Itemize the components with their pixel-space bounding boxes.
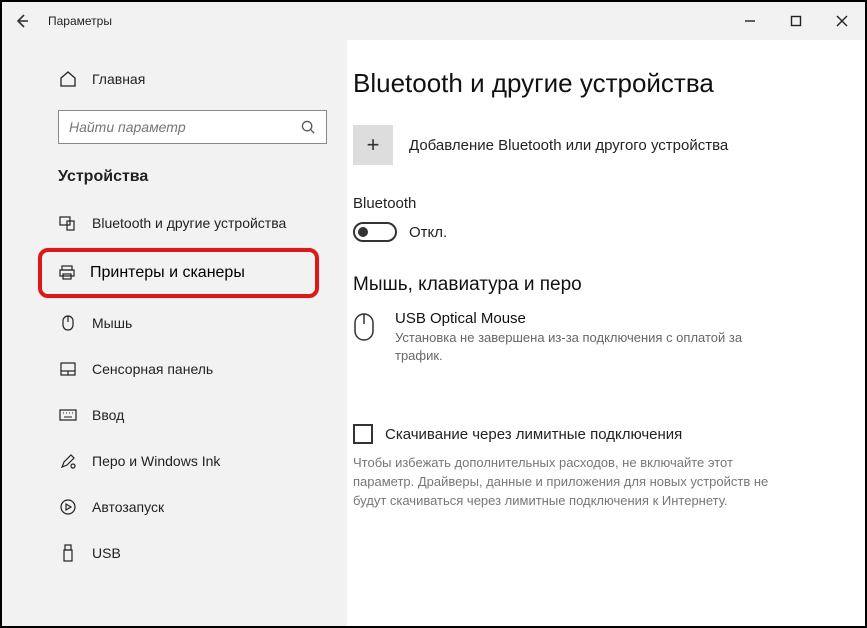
sidebar-item-label: Сенсорная панель <box>92 361 213 377</box>
sidebar-item-label: Мышь <box>92 315 132 331</box>
sidebar-item-label: USB <box>92 545 121 561</box>
add-device-tile[interactable]: + <box>353 125 393 165</box>
section-title: Устройства <box>2 158 347 200</box>
sidebar-item-mouse[interactable]: Мышь <box>2 300 347 346</box>
settings-window: Параметры Главная Устройства <box>0 0 867 628</box>
bluetooth-label: Bluetooth <box>353 195 837 212</box>
touchpad-icon <box>58 361 78 377</box>
device-name: USB Optical Mouse <box>395 310 837 327</box>
sidebar-item-autoplay[interactable]: Автозапуск <box>2 484 347 530</box>
minimize-icon <box>744 15 756 27</box>
sidebar-item-label: Принтеры и сканеры <box>90 264 245 282</box>
metered-help-text: Чтобы избежать дополнительных расходов, … <box>353 454 793 511</box>
autoplay-icon <box>58 498 78 516</box>
window-title: Параметры <box>48 14 112 28</box>
plus-icon: + <box>367 132 380 158</box>
search-icon <box>301 120 316 135</box>
home-label: Главная <box>92 71 145 87</box>
add-device-row[interactable]: + Добавление Bluetooth или другого устро… <box>353 125 837 165</box>
sidebar-item-bluetooth[interactable]: Bluetooth и другие устройства <box>2 200 347 246</box>
sidebar-item-typing[interactable]: Ввод <box>2 392 347 438</box>
pen-icon <box>58 452 78 470</box>
usb-icon <box>58 544 78 562</box>
minimize-button[interactable] <box>727 2 773 40</box>
metered-checkbox-row[interactable]: Скачивание через лимитные подключения <box>353 424 837 444</box>
sidebar-item-touchpad[interactable]: Сенсорная панель <box>2 346 347 392</box>
bluetooth-toggle-row: Откл. <box>353 222 837 242</box>
back-button[interactable] <box>2 2 42 40</box>
bluetooth-state: Откл. <box>409 224 447 241</box>
sidebar-item-label: Ввод <box>92 407 124 423</box>
close-button[interactable] <box>819 2 865 40</box>
printer-icon <box>58 264 76 282</box>
close-icon <box>836 15 848 27</box>
metered-label: Скачивание через лимитные подключения <box>385 426 682 443</box>
device-row[interactable]: USB Optical Mouse Установка не завершена… <box>353 310 837 364</box>
sidebar-item-label: Перо и Windows Ink <box>92 453 220 469</box>
mouse-icon <box>58 314 78 332</box>
metered-checkbox[interactable] <box>353 424 373 444</box>
maximize-button[interactable] <box>773 2 819 40</box>
add-device-label: Добавление Bluetooth или другого устройс… <box>409 137 728 154</box>
home-link[interactable]: Главная <box>2 62 347 96</box>
sidebar-item-label: Автозапуск <box>92 499 164 515</box>
search-input[interactable] <box>69 119 301 135</box>
back-arrow-icon <box>14 13 30 29</box>
devices-icon <box>58 214 78 232</box>
sidebar-item-usb[interactable]: USB <box>2 530 347 576</box>
subheading-input-devices: Мышь, клавиатура и перо <box>353 274 837 296</box>
device-status: Установка не завершена из-за подключения… <box>395 329 755 364</box>
keyboard-icon <box>58 408 78 422</box>
sidebar-item-label: Bluetooth и другие устройства <box>92 215 286 231</box>
sidebar: Главная Устройства Bluetooth и другие ус… <box>2 40 347 626</box>
sidebar-item-printers[interactable]: Принтеры и сканеры <box>38 248 319 298</box>
search-box[interactable] <box>58 110 327 144</box>
body: Главная Устройства Bluetooth и другие ус… <box>2 40 865 626</box>
titlebar: Параметры <box>2 2 865 40</box>
sidebar-item-pen[interactable]: Перо и Windows Ink <box>2 438 347 484</box>
mouse-device-icon <box>353 312 381 342</box>
content-pane: Bluetooth и другие устройства + Добавлен… <box>347 40 865 626</box>
bluetooth-toggle[interactable] <box>353 222 397 242</box>
page-title: Bluetooth и другие устройства <box>353 68 837 99</box>
maximize-icon <box>790 15 802 27</box>
home-icon <box>58 70 78 88</box>
window-controls <box>727 2 865 40</box>
device-info: USB Optical Mouse Установка не завершена… <box>395 310 837 364</box>
